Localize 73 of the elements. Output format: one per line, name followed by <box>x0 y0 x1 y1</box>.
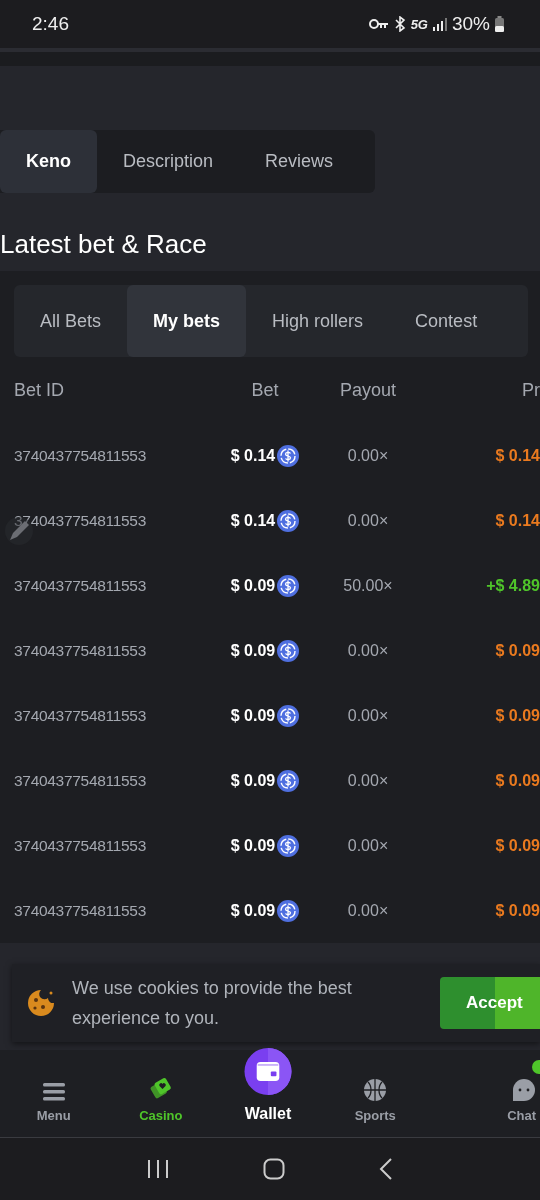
bluetooth-icon <box>393 16 406 32</box>
coin-icon <box>277 639 300 662</box>
profit-cell: $ 0.14 <box>495 511 540 530</box>
nav-item[interactable]: Menu <box>0 1050 108 1137</box>
bet-amount: $ 0.09 <box>230 836 276 855</box>
profit-cell: $ 0.14 <box>495 446 540 465</box>
coin-icon <box>277 834 300 857</box>
bet-id-cell-text: 3740437754811553 <box>14 511 147 530</box>
coin-icon <box>277 509 300 532</box>
nav-item[interactable]: Casino <box>107 1050 215 1137</box>
coin-icon <box>277 574 300 597</box>
network-type: 5G <box>410 16 428 32</box>
column-header: Payout <box>339 379 396 401</box>
bet-id-cell-text: 3740437754811553 <box>14 836 147 855</box>
bet-amount: $ 0.09 <box>230 706 276 725</box>
basketball-icon <box>363 1078 388 1102</box>
game-tab[interactable]: Description <box>97 130 240 193</box>
bet-amount: $ 0.09 <box>230 771 276 790</box>
coin-icon <box>277 704 300 727</box>
profit-cell: $ 0.09 <box>495 901 540 920</box>
bet-id-cell-text: 3740437754811553 <box>14 901 147 920</box>
profit-cell: $ 0.09 <box>495 641 540 660</box>
status-time: 2:46 <box>32 13 69 35</box>
bets-tab[interactable]: High rollers <box>246 285 390 357</box>
bets-tab[interactable]: All Bets <box>14 285 128 357</box>
payout-cell: 0.00× <box>347 446 389 465</box>
profit-cell: $ 0.09 <box>495 771 540 790</box>
bets-tab[interactable]: My bets <box>127 285 247 357</box>
nav-item[interactable]: Wallet <box>214 1050 322 1137</box>
bets-tab[interactable]: Contest <box>389 285 504 357</box>
payout-cell: 0.00× <box>347 641 389 660</box>
bet-id-cell-text: 3740437754811553 <box>14 641 147 660</box>
bet-id-cell-text: 3740437754811553 <box>14 771 147 790</box>
cookie-message: We use cookies to provide the best experience to you. <box>72 977 353 1030</box>
payout-cell: 0.00× <box>347 706 389 725</box>
bet-amount: $ 0.09 <box>230 901 276 920</box>
coin-icon <box>277 444 300 467</box>
bet-amount: $ 0.14 <box>230 511 276 530</box>
payout-cell: 0.00× <box>347 836 389 855</box>
column-header: Bet ID <box>14 379 65 401</box>
column-header: Bet <box>251 379 279 401</box>
home-icon[interactable] <box>263 1158 285 1180</box>
bet-amount: $ 0.09 <box>230 641 276 660</box>
chat-icon <box>512 1078 536 1102</box>
game-tab[interactable]: Keno <box>0 130 97 193</box>
menu-icon <box>42 1082 65 1102</box>
payout-cell: 50.00× <box>343 576 393 595</box>
battery-icon <box>495 16 504 32</box>
cookie-icon <box>26 988 56 1018</box>
profit-cell: $ 0.09 <box>495 836 540 855</box>
back-icon[interactable] <box>379 1158 393 1180</box>
payout-cell: 0.00× <box>347 511 389 530</box>
wallet-icon <box>243 1048 293 1095</box>
game-tab[interactable]: Reviews <box>239 130 360 193</box>
battery-level: 30% <box>451 13 490 35</box>
nav-item[interactable]: Sports <box>321 1050 429 1137</box>
bet-id-cell-text: 3740437754811553 <box>14 706 147 725</box>
payout-cell: 0.00× <box>347 901 389 920</box>
bet-id-cell-text: 3740437754811553 <box>14 576 147 595</box>
section-title: Latest bet & Race <box>0 228 208 261</box>
recent-apps-icon[interactable] <box>147 1159 169 1179</box>
bet-amount: $ 0.14 <box>230 446 276 465</box>
profit-cell: $ 0.09 <box>495 706 540 725</box>
bet-amount: $ 0.09 <box>230 576 276 595</box>
coin-icon <box>277 769 300 792</box>
key-icon <box>368 18 389 30</box>
payout-cell: 0.00× <box>347 771 389 790</box>
signal-icon <box>432 17 447 31</box>
coin-icon <box>277 899 300 922</box>
nav-item[interactable]: Chat <box>428 1050 540 1137</box>
column-header: Pr <box>522 379 540 401</box>
bet-id-cell-text: 3740437754811553 <box>14 446 147 465</box>
profit-cell: +$ 4.89 <box>486 576 540 595</box>
